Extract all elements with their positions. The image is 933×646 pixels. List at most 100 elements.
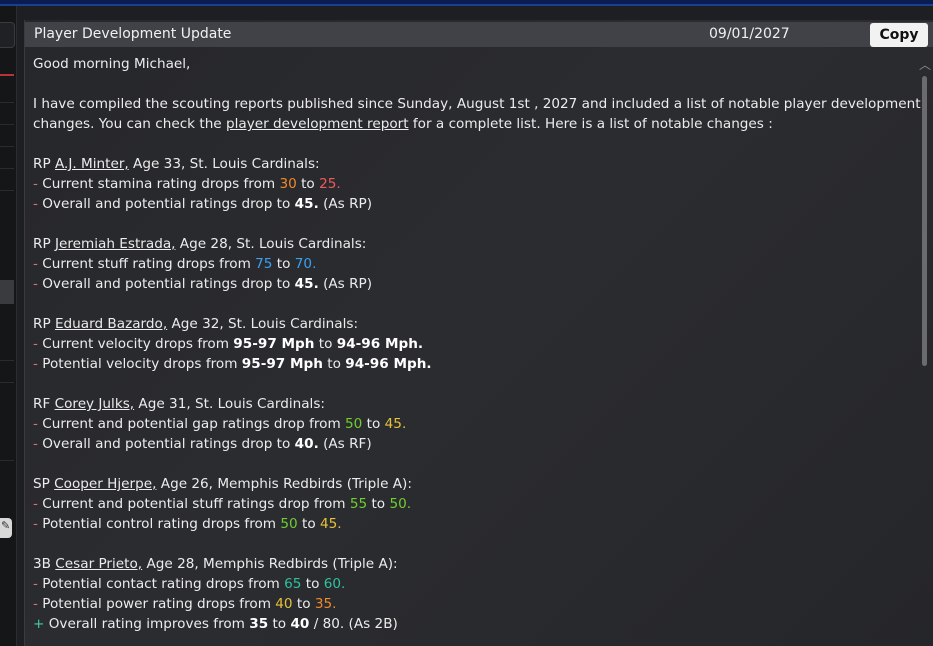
change-text: to xyxy=(268,616,291,632)
player-heading: SP Cooper Hjerpe, Age 26, Memphis Redbir… xyxy=(33,474,905,494)
player-development-report-link[interactable]: player development report xyxy=(226,116,409,132)
edit-icon[interactable] xyxy=(0,518,12,538)
new-rating-value: 45. xyxy=(384,416,407,432)
player-name-link[interactable]: Cesar Prieto, xyxy=(55,556,142,572)
change-text: Current velocity drops from xyxy=(42,336,234,352)
player-position: 3B xyxy=(33,556,56,572)
left-sidebar-edge xyxy=(0,6,17,646)
change-text: Current and potential stuff ratings drop… xyxy=(42,496,350,512)
minus-icon: - xyxy=(33,196,43,212)
change-suffix: / 80. (As 2B) xyxy=(309,616,398,632)
minus-icon: - xyxy=(33,596,43,612)
new-rating-value: 45. xyxy=(294,196,319,212)
message-panel: Player Development Update 09/01/2027 Cop… xyxy=(24,20,933,646)
sidebar-selected-item[interactable] xyxy=(0,280,14,304)
scrollbar[interactable]: ︿ xyxy=(918,56,932,646)
player-info: Age 28, St. Louis Cardinals: xyxy=(175,236,367,252)
new-rating-value: 25. xyxy=(319,176,341,192)
intro-line: changes. You can check the player develo… xyxy=(33,116,773,132)
minus-icon: - xyxy=(33,516,43,532)
old-rating-value: 95-97 Mph xyxy=(241,356,323,372)
sidebar-input-edge[interactable] xyxy=(0,22,15,48)
change-text: Overall and potential ratings drop to xyxy=(42,276,295,292)
player-name-link[interactable]: Corey Julks, xyxy=(55,396,135,412)
new-rating-value: 40 xyxy=(290,616,310,632)
old-rating-value: 50 xyxy=(280,516,298,532)
greeting: Good morning Michael, xyxy=(33,56,191,72)
plus-icon: + xyxy=(33,616,49,632)
player-heading: RF Corey Julks, Age 31, St. Louis Cardin… xyxy=(33,394,905,414)
change-suffix: (As RP) xyxy=(318,196,373,212)
player-heading: 3B Cesar Prieto, Age 28, Memphis Redbird… xyxy=(33,554,905,574)
player-name-link[interactable]: A.J. Minter, xyxy=(55,156,129,172)
change-text: to xyxy=(314,336,337,352)
old-rating-value: 30 xyxy=(279,176,297,192)
sidebar-divider xyxy=(0,124,14,125)
old-rating-value: 35 xyxy=(249,616,269,632)
change-text: to xyxy=(362,416,385,432)
player-position: RP xyxy=(33,236,55,252)
rating-change-line: - Potential power rating drops from 40 t… xyxy=(33,594,905,614)
change-text: to xyxy=(301,576,324,592)
old-rating-value: 95-97 Mph xyxy=(233,336,315,352)
message-date: 09/01/2027 xyxy=(709,26,790,42)
player-heading: RP Eduard Bazardo, Age 32, St. Louis Car… xyxy=(33,314,905,334)
change-text: to xyxy=(272,256,295,272)
message-header: Player Development Update 09/01/2027 Cop… xyxy=(25,22,933,47)
player-info: Age 28, Memphis Redbirds (Triple A): xyxy=(142,556,398,572)
player-info: Age 32, St. Louis Cardinals: xyxy=(167,316,359,332)
minus-icon: - xyxy=(33,336,43,352)
top-accent-line xyxy=(0,4,933,6)
new-rating-value: 50. xyxy=(389,496,412,512)
rating-change-line: + Overall rating improves from 35 to 40 … xyxy=(33,614,905,634)
rating-change-line: - Overall and potential ratings drop to … xyxy=(33,434,905,454)
sidebar-active-marker xyxy=(0,74,14,76)
minus-icon: - xyxy=(33,356,43,372)
rating-change-line: - Current and potential gap ratings drop… xyxy=(33,414,905,434)
player-name-link[interactable]: Eduard Bazardo, xyxy=(55,316,167,332)
old-rating-value: 40 xyxy=(275,596,293,612)
player-info: Age 33, St. Louis Cardinals: xyxy=(128,156,320,172)
old-rating-value: 50 xyxy=(345,416,363,432)
sidebar-divider xyxy=(0,190,14,191)
minus-icon: - xyxy=(33,436,43,452)
player-list: RP A.J. Minter, Age 33, St. Louis Cardin… xyxy=(33,134,905,634)
player-name-link[interactable]: Cooper Hjerpe, xyxy=(54,476,156,492)
copy-button[interactable]: Copy xyxy=(870,23,928,47)
new-rating-value: 45. xyxy=(319,516,342,532)
player-info: Age 31, St. Louis Cardinals: xyxy=(134,396,325,412)
change-text: to xyxy=(292,596,315,612)
old-rating-value: 65 xyxy=(284,576,302,592)
player-heading: RP Jeremiah Estrada, Age 28, St. Louis C… xyxy=(33,234,905,254)
rating-change-line: - Potential velocity drops from 95-97 Mp… xyxy=(33,354,905,374)
sidebar-divider xyxy=(0,168,14,169)
player-position: RP xyxy=(33,156,55,172)
rating-change-line: - Current stamina rating drops from 30 t… xyxy=(33,174,905,194)
change-text: Potential contact rating drops from xyxy=(42,576,285,592)
rating-change-line: - Current velocity drops from 95-97 Mph … xyxy=(33,334,905,354)
rating-change-line: - Potential contact rating drops from 65… xyxy=(33,574,905,594)
change-text: to xyxy=(297,516,320,532)
minus-icon: - xyxy=(33,276,43,292)
minus-icon: - xyxy=(33,576,43,592)
minus-icon: - xyxy=(33,256,43,272)
scroll-thumb[interactable] xyxy=(922,76,927,366)
change-text: Overall rating improves from xyxy=(48,616,250,632)
scroll-up-icon[interactable]: ︿ xyxy=(919,56,931,73)
change-text: Potential velocity drops from xyxy=(42,356,242,372)
player-position: SP xyxy=(33,476,55,492)
player-name-link[interactable]: Jeremiah Estrada, xyxy=(55,236,176,252)
player-position: RF xyxy=(33,396,55,412)
change-text: Potential power rating drops from xyxy=(42,596,276,612)
intro-line: I have compiled the scouting reports pub… xyxy=(33,96,921,112)
new-rating-value: 94-96 Mph. xyxy=(345,356,432,372)
change-text: to xyxy=(296,176,320,192)
new-rating-value: 45. xyxy=(294,276,319,292)
sidebar-divider xyxy=(0,360,14,361)
sidebar-divider xyxy=(0,460,14,461)
minus-icon: - xyxy=(33,496,43,512)
change-text: Current stamina rating drops from xyxy=(42,176,280,192)
change-suffix: (As RP) xyxy=(318,276,373,292)
change-text: Potential control rating drops from xyxy=(42,516,281,532)
new-rating-value: 60. xyxy=(323,576,346,592)
